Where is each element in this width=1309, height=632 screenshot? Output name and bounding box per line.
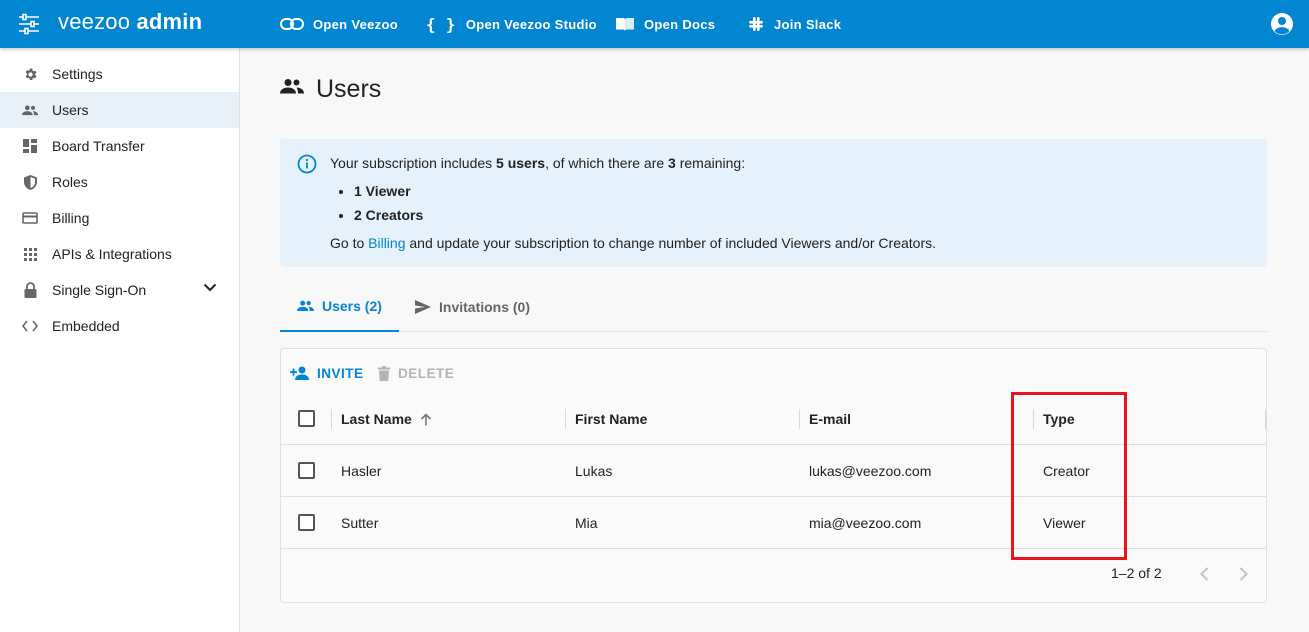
sidebar-item-roles[interactable]: Roles (0, 164, 239, 200)
info-icon (297, 154, 317, 174)
top-app-bar: veezoo admin Open Veezoo { } Open Veezoo… (0, 0, 1309, 48)
cell-email: mia@veezoo.com (809, 515, 922, 531)
hint-text: and update your subscription to change n… (405, 235, 937, 251)
sliders-icon (19, 13, 39, 35)
cell-email: lukas@veezoo.com (809, 463, 932, 479)
sidebar-item-billing[interactable]: Billing (0, 200, 239, 236)
sidebar-item-label: Embedded (52, 318, 120, 334)
column-separator (331, 409, 332, 429)
chevron-right-icon[interactable] (1239, 567, 1248, 581)
license-list: 1 Viewer 2 Creators (354, 183, 423, 231)
sidebar-item-label: Board Transfer (52, 138, 145, 154)
invite-button[interactable]: INVITE (290, 361, 364, 385)
chevron-down-icon[interactable] (203, 283, 217, 292)
pagination-label: 1–2 of 2 (1111, 565, 1162, 581)
users-icon (22, 102, 38, 118)
included-users: 5 users (496, 155, 546, 171)
summary-text: remaining: (675, 155, 746, 171)
chevron-left-icon[interactable] (1200, 567, 1209, 581)
open-veezoo-label: Open Veezoo (313, 16, 398, 32)
account-circle-icon[interactable] (1270, 12, 1294, 36)
list-item: 2 Creators (354, 207, 423, 231)
trash-icon (378, 365, 390, 381)
tab-label: Invitations (0) (439, 299, 531, 315)
sidebar-item-board-transfer[interactable]: Board Transfer (0, 128, 239, 164)
credit-card-icon (22, 210, 38, 226)
column-separator (565, 409, 566, 429)
link-icon (280, 18, 304, 30)
delete-label: DELETE (398, 365, 455, 381)
sidebar-item-apis-integrations[interactable]: APIs & Integrations (0, 236, 239, 272)
lock-icon (22, 282, 38, 298)
join-slack-link[interactable]: Join Slack (747, 0, 841, 48)
subscription-summary: Your subscription includes 5 users, of w… (330, 155, 745, 171)
column-header-email[interactable]: E-mail (809, 393, 851, 445)
summary-text: Your subscription includes (330, 155, 497, 171)
open-veezoo-studio-label: Open Veezoo Studio (465, 16, 597, 32)
code-icon (22, 318, 38, 334)
users-icon (297, 300, 314, 311)
delete-button[interactable]: DELETE (378, 361, 454, 385)
row-checkbox[interactable] (298, 514, 315, 531)
tab-bar: Users (2) Invitations (0) (280, 282, 1267, 332)
apps-grid-icon (22, 246, 38, 262)
book-icon (616, 18, 634, 31)
sidebar-item-label: APIs & Integrations (52, 246, 172, 262)
select-all-checkbox[interactable] (298, 410, 315, 427)
sidebar-item-single-sign-on[interactable]: Single Sign-On (0, 272, 239, 308)
cell-last-name: Sutter (341, 515, 379, 531)
brand-suffix: admin (136, 9, 203, 34)
cell-first-name: Lukas (575, 463, 613, 479)
sidebar: Settings Users Board Transfer Roles Bill… (0, 48, 240, 632)
row-checkbox[interactable] (298, 462, 315, 479)
dashboard-icon (22, 138, 38, 154)
page-title: Users (316, 75, 382, 103)
shield-icon (22, 174, 38, 190)
hint-text: Go to (330, 235, 369, 251)
cell-first-name: Mia (575, 515, 598, 531)
subscription-info-alert: Your subscription includes 5 users, of w… (280, 139, 1267, 267)
person-add-icon (290, 366, 309, 380)
sidebar-item-label: Users (52, 102, 89, 118)
tab-users[interactable]: Users (2) (280, 282, 399, 332)
open-veezoo-studio-link[interactable]: { } Open Veezoo Studio (426, 0, 597, 48)
join-slack-label: Join Slack (774, 16, 842, 32)
column-separator (1265, 409, 1266, 429)
brand-logo[interactable]: veezoo admin (58, 9, 202, 35)
billing-link[interactable]: Billing (368, 235, 405, 251)
open-veezoo-link[interactable]: Open Veezoo (280, 0, 398, 48)
gear-icon (22, 66, 38, 82)
column-header-first-name[interactable]: First Name (575, 393, 647, 445)
tab-label: Users (2) (322, 298, 382, 314)
column-separator (799, 409, 800, 429)
sidebar-item-embedded[interactable]: Embedded (0, 308, 239, 344)
cell-last-name: Hasler (341, 463, 382, 479)
sidebar-item-settings[interactable]: Settings (0, 56, 239, 92)
users-icon (280, 79, 304, 94)
sidebar-item-label: Single Sign-On (52, 282, 147, 298)
sidebar-item-label: Billing (52, 210, 90, 226)
code-braces-icon: { } (426, 14, 456, 34)
list-item: 1 Viewer (354, 183, 423, 207)
column-label: Last Name (341, 411, 412, 427)
open-docs-link[interactable]: Open Docs (615, 0, 715, 48)
invite-label: INVITE (317, 365, 364, 381)
summary-text: , of which there are (545, 155, 669, 171)
column-header-last-name[interactable]: Last Name (341, 393, 432, 445)
type-column-highlight (1011, 392, 1127, 560)
sidebar-item-label: Roles (52, 174, 88, 190)
open-docs-label: Open Docs (644, 16, 716, 32)
sidebar-item-label: Settings (52, 66, 103, 82)
billing-hint: Go to Billing and update your subscripti… (330, 235, 936, 251)
sidebar-item-users[interactable]: Users (0, 92, 239, 128)
brand-name: veezoo (58, 9, 131, 34)
slack-icon (749, 17, 763, 31)
tab-invitations[interactable]: Invitations (0) (415, 282, 530, 332)
arrow-up-icon[interactable] (420, 412, 432, 426)
remaining-count: 3 (668, 155, 676, 171)
send-icon (415, 300, 431, 314)
